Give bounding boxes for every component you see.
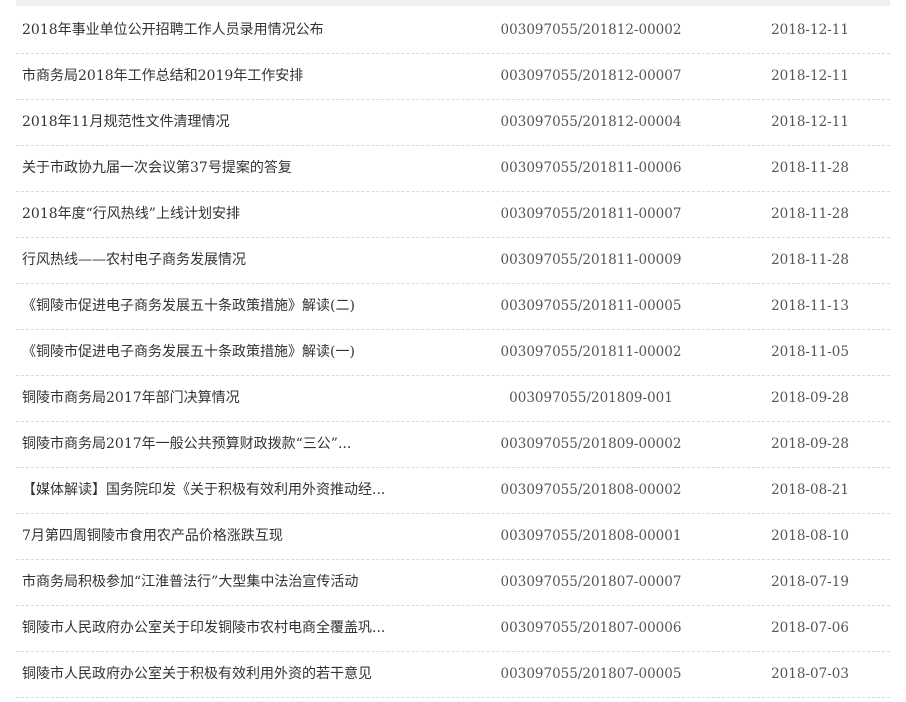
table-row[interactable]: 《铜陵市促进电子商务发展五十条政策措施》解读(一) 003097055/2018…	[16, 330, 890, 376]
row-date: 2018-11-13	[771, 298, 849, 314]
row-index-code: 003097055/201809-001	[509, 390, 673, 406]
row-index-code: 003097055/201812-00002	[500, 22, 682, 38]
table-row[interactable]: 市商务局2018年工作总结和2019年工作安排 003097055/201812…	[16, 54, 890, 100]
row-title-link[interactable]: 行风热线——农村电子商务发展情况	[22, 238, 442, 283]
row-index-code: 003097055/201807-00005	[500, 666, 682, 682]
row-title-link[interactable]: 铜陵市商务局2017年一般公共预算财政拨款“三公”...	[22, 422, 442, 467]
row-date: 2018-09-28	[771, 390, 849, 406]
table-row[interactable]: 2018年事业单位公开招聘工作人员录用情况公布 003097055/201812…	[16, 8, 890, 54]
row-title-link[interactable]: 7月第四周铜陵市食用农产品价格涨跌互现	[22, 514, 442, 559]
row-index-code: 003097055/201811-00009	[500, 252, 682, 268]
row-date: 2018-08-10	[771, 528, 849, 544]
row-title-link[interactable]: 《铜陵市促进电子商务发展五十条政策措施》解读(二)	[22, 284, 442, 329]
row-date: 2018-12-11	[771, 68, 849, 84]
document-list: 2018年事业单位公开招聘工作人员录用情况公布 003097055/201812…	[16, 8, 890, 698]
list-header-band	[16, 0, 890, 6]
row-date: 2018-07-03	[771, 666, 849, 682]
row-title-link[interactable]: 市商务局2018年工作总结和2019年工作安排	[22, 54, 442, 99]
row-index-code: 003097055/201808-00001	[500, 528, 682, 544]
row-title-link[interactable]: 2018年度“行风热线”上线计划安排	[22, 192, 442, 237]
table-row[interactable]: 《铜陵市促进电子商务发展五十条政策措施》解读(二) 003097055/2018…	[16, 284, 890, 330]
table-row[interactable]: 行风热线——农村电子商务发展情况 003097055/201811-00009 …	[16, 238, 890, 284]
row-date: 2018-08-21	[771, 482, 849, 498]
row-date: 2018-07-06	[771, 620, 849, 636]
row-date: 2018-09-28	[771, 436, 849, 452]
row-title-link[interactable]: 2018年事业单位公开招聘工作人员录用情况公布	[22, 8, 442, 53]
table-row[interactable]: 铜陵市人民政府办公室关于积极有效利用外资的若干意见 003097055/2018…	[16, 652, 890, 698]
row-title-link[interactable]: 铜陵市人民政府办公室关于印发铜陵市农村电商全覆盖巩...	[22, 606, 442, 651]
row-title-link[interactable]: 铜陵市人民政府办公室关于积极有效利用外资的若干意见	[22, 652, 442, 697]
table-row[interactable]: 铜陵市商务局2017年一般公共预算财政拨款“三公”... 003097055/2…	[16, 422, 890, 468]
row-index-code: 003097055/201811-00005	[500, 298, 682, 314]
document-list-page: 2018年事业单位公开招聘工作人员录用情况公布 003097055/201812…	[0, 0, 906, 702]
row-index-code: 003097055/201811-00007	[500, 206, 682, 222]
table-row[interactable]: 铜陵市人民政府办公室关于印发铜陵市农村电商全覆盖巩... 003097055/2…	[16, 606, 890, 652]
row-index-code: 003097055/201811-00006	[500, 160, 682, 176]
row-index-code: 003097055/201809-00002	[500, 436, 682, 452]
row-index-code: 003097055/201812-00007	[500, 68, 682, 84]
row-date: 2018-11-28	[771, 206, 849, 222]
table-row[interactable]: 2018年11月规范性文件清理情况 003097055/201812-00004…	[16, 100, 890, 146]
row-date: 2018-11-28	[771, 252, 849, 268]
table-row[interactable]: 7月第四周铜陵市食用农产品价格涨跌互现 003097055/201808-000…	[16, 514, 890, 560]
table-row[interactable]: 关于市政协九届一次会议第37号提案的答复 003097055/201811-00…	[16, 146, 890, 192]
row-title-link[interactable]: 关于市政协九届一次会议第37号提案的答复	[22, 146, 442, 191]
row-index-code: 003097055/201807-00006	[500, 620, 682, 636]
row-index-code: 003097055/201807-00007	[500, 574, 682, 590]
row-index-code: 003097055/201812-00004	[500, 114, 682, 130]
row-index-code: 003097055/201808-00002	[500, 482, 682, 498]
row-title-link[interactable]: 【媒体解读】国务院印发《关于积极有效利用外资推动经...	[22, 468, 442, 513]
row-date: 2018-07-19	[771, 574, 849, 590]
row-title-link[interactable]: 《铜陵市促进电子商务发展五十条政策措施》解读(一)	[22, 330, 442, 375]
table-row[interactable]: 2018年度“行风热线”上线计划安排 003097055/201811-0000…	[16, 192, 890, 238]
table-row[interactable]: 铜陵市商务局2017年部门决算情况 003097055/201809-001 2…	[16, 376, 890, 422]
row-title-link[interactable]: 铜陵市商务局2017年部门决算情况	[22, 376, 442, 421]
table-row[interactable]: 【媒体解读】国务院印发《关于积极有效利用外资推动经... 003097055/2…	[16, 468, 890, 514]
row-title-link[interactable]: 市商务局积极参加“江淮普法行”大型集中法治宣传活动	[22, 560, 442, 605]
row-date: 2018-11-28	[771, 160, 849, 176]
table-row[interactable]: 市商务局积极参加“江淮普法行”大型集中法治宣传活动 003097055/2018…	[16, 560, 890, 606]
row-date: 2018-11-05	[771, 344, 849, 360]
row-date: 2018-12-11	[771, 22, 849, 38]
row-date: 2018-12-11	[771, 114, 849, 130]
row-title-link[interactable]: 2018年11月规范性文件清理情况	[22, 100, 442, 145]
row-index-code: 003097055/201811-00002	[500, 344, 682, 360]
